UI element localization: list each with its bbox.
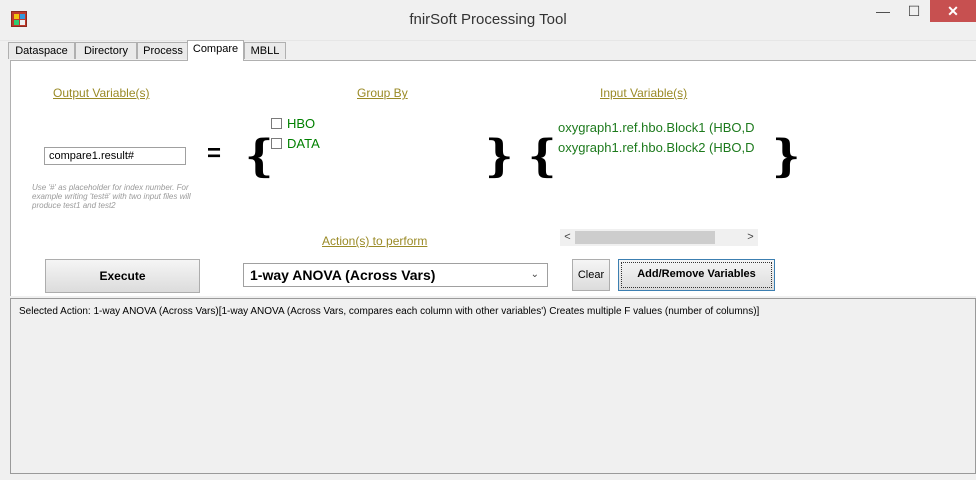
add-remove-variables-button[interactable]: Add/Remove Variables (618, 259, 775, 291)
output-variable-input[interactable]: compare1.result# (44, 147, 186, 165)
maximize-icon[interactable]: ☐ (898, 0, 930, 22)
focus-rect (621, 262, 772, 288)
tab-strip: Dataspace Directory Process Compare MBLL (8, 40, 970, 61)
tab-compare[interactable]: Compare (187, 40, 244, 61)
checkbox-icon[interactable] (271, 118, 282, 129)
clear-button[interactable]: Clear (572, 259, 610, 291)
placeholder-hint: Use '#' as placeholder for index number.… (32, 183, 191, 210)
chevron-down-icon[interactable]: ⌄ (531, 269, 539, 280)
input-variable-item[interactable]: oxygraph1.ref.hbo.Block2 (HBO,D (558, 140, 755, 155)
window-title: fnirSoft Processing Tool (409, 11, 567, 28)
result-text: Selected Action: 1-way ANOVA (Across Var… (19, 306, 760, 317)
tab-dataspace[interactable]: Dataspace (8, 42, 75, 59)
scrollbar-thumb[interactable] (575, 231, 715, 244)
input-variables-scrollbar[interactable]: < > (560, 229, 758, 246)
group-option-label: HBO (287, 116, 316, 131)
minimize-icon[interactable]: — (868, 0, 898, 22)
group-checkbox-data[interactable]: DATA (271, 136, 320, 151)
group-by-header: Group By (357, 86, 408, 100)
action-select[interactable]: 1-way ANOVA (Across Vars) ⌄ (243, 263, 548, 287)
actions-header: Action(s) to perform (322, 234, 428, 248)
group-close-brace: } (485, 131, 514, 182)
tab-process[interactable]: Process (137, 42, 189, 59)
tab-mbll[interactable]: MBLL (244, 42, 286, 59)
input-close-brace: } (772, 131, 801, 182)
equals-sign: = (207, 140, 222, 167)
output-variables-header: Output Variable(s) (53, 86, 150, 100)
scroll-right-icon[interactable]: > (743, 229, 758, 246)
group-checkbox-hbo[interactable]: HBO (271, 116, 315, 131)
scroll-left-icon[interactable]: < (560, 229, 575, 246)
group-open-brace: { (245, 131, 274, 182)
input-variable-item[interactable]: oxygraph1.ref.hbo.Block1 (HBO,D (558, 120, 755, 135)
input-variables-header: Input Variable(s) (600, 86, 688, 100)
selected-action-label: 1-way ANOVA (Across Vars) (250, 267, 436, 283)
input-open-brace: { (528, 131, 557, 182)
close-icon[interactable]: ✕ (930, 0, 976, 22)
tab-directory[interactable]: Directory (75, 42, 137, 59)
group-option-label: DATA (287, 136, 320, 151)
checkbox-icon[interactable] (271, 138, 282, 149)
result-output-box[interactable]: Selected Action: 1-way ANOVA (Across Var… (10, 298, 976, 474)
execute-button[interactable]: Execute (45, 259, 200, 293)
